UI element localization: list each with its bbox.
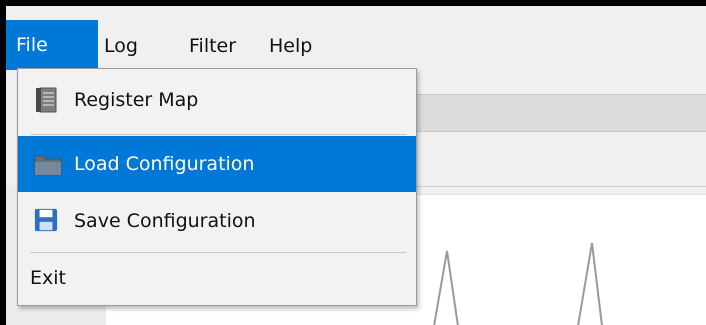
save-icon xyxy=(34,208,58,232)
file-menu-dropdown: Register Map Load Configuration Save Con… xyxy=(17,68,417,306)
menu-file[interactable]: File xyxy=(6,20,98,70)
menu-log[interactable]: Log xyxy=(94,22,148,70)
menu-log-label: Log xyxy=(104,35,138,57)
register-map-icon xyxy=(36,87,57,113)
menu-item-exit[interactable]: Exit xyxy=(18,254,416,302)
waveform-trace-2 xyxy=(577,242,603,325)
menu-separator xyxy=(30,252,406,253)
menu-filter-label: Filter xyxy=(189,35,237,57)
menu-item-label: Save Configuration xyxy=(74,210,256,232)
menu-item-register-map[interactable]: Register Map xyxy=(18,73,416,127)
waveform-trace xyxy=(433,250,459,325)
menu-separator xyxy=(30,134,406,135)
application-window: File Log Filter Help nfiguration xyxy=(6,6,706,325)
menu-item-save-configuration[interactable]: Save Configuration xyxy=(18,194,416,248)
menu-help-label: Help xyxy=(269,35,313,57)
menu-filter[interactable]: Filter xyxy=(179,22,246,70)
menu-item-load-configuration[interactable]: Load Configuration xyxy=(18,136,416,192)
menu-bar: File Log Filter Help xyxy=(6,12,706,70)
menu-item-label: Register Map xyxy=(74,89,199,111)
menu-help[interactable]: Help xyxy=(259,22,322,70)
folder-icon xyxy=(34,155,62,176)
menu-file-label: File xyxy=(16,34,48,56)
menu-item-label: Load Configuration xyxy=(74,153,255,175)
menu-item-label: Exit xyxy=(30,267,66,289)
